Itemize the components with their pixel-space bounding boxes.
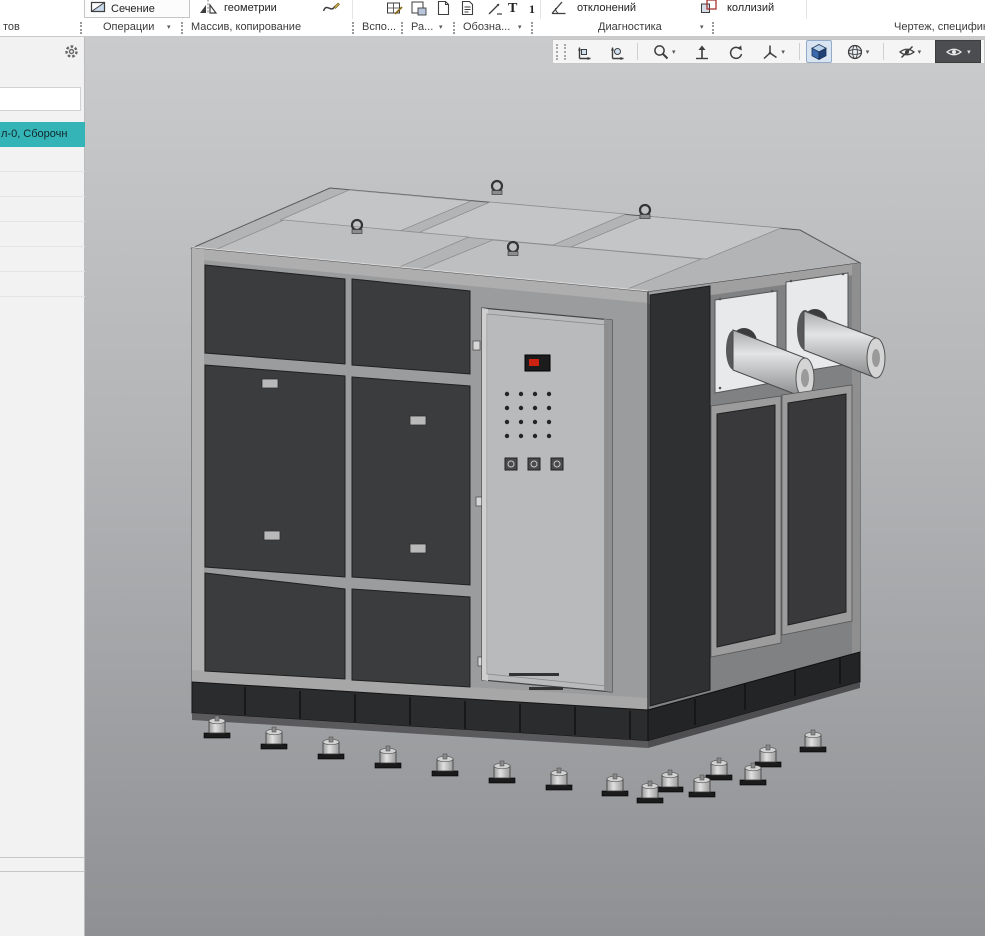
tree-selected-item[interactable]: л-0, Сборочн	[0, 122, 85, 147]
chevron-down-icon[interactable]: ▾	[967, 48, 971, 56]
group-label-layout[interactable]: Ра...	[411, 19, 433, 36]
group-drag-handle[interactable]	[80, 22, 83, 34]
plane-view-button[interactable]	[605, 40, 631, 63]
ribbon-separator	[806, 0, 807, 19]
tree-row	[0, 222, 85, 247]
group-label-diagnostics[interactable]: Диагностика	[598, 19, 662, 36]
chevron-down-icon[interactable]: ▾	[918, 48, 922, 56]
group-drag-handle[interactable]	[712, 22, 715, 34]
toolbar-drag-handle[interactable]	[556, 44, 566, 60]
document-icon[interactable]	[434, 0, 452, 17]
chevron-down-icon[interactable]: ▾	[866, 48, 870, 56]
app-window: Сечение геометрии	[0, 0, 985, 936]
ribbon-button-row: Сечение геометрии	[0, 0, 985, 19]
collisions-button[interactable]: коллизий	[727, 2, 774, 14]
group-label-components[interactable]: тов	[3, 19, 20, 36]
rotate-view-button[interactable]	[722, 40, 748, 63]
ribbon-separator	[352, 0, 353, 19]
group-drag-handle[interactable]	[401, 22, 404, 34]
toolbar-separator	[799, 43, 800, 60]
document-lines-icon[interactable]	[458, 0, 476, 17]
datum-icon[interactable]	[410, 0, 428, 17]
roughness-icon[interactable]	[386, 0, 404, 17]
group-drag-handle[interactable]	[352, 22, 355, 34]
panel-splitter[interactable]	[0, 857, 85, 858]
chevron-down-icon[interactable]: ▾	[518, 19, 522, 36]
zoom-button[interactable]: ▾	[645, 40, 683, 63]
tree-row	[0, 147, 85, 172]
collisions-icon	[700, 0, 719, 17]
position-number-icon[interactable]: 1	[529, 2, 535, 17]
chevron-down-icon[interactable]: ▾	[167, 19, 171, 36]
group-drag-handle[interactable]	[531, 22, 534, 34]
orient-up-button[interactable]	[689, 40, 715, 63]
ribbon-group-row: тов Операции ▾ Массив, копирование Вспо.…	[0, 19, 985, 37]
section-button-label: Сечение	[111, 3, 155, 15]
chevron-down-icon[interactable]: ▾	[672, 48, 676, 56]
panel-splitter[interactable]	[0, 871, 85, 872]
group-drag-handle[interactable]	[453, 22, 456, 34]
projection-curve-icon[interactable]	[322, 0, 341, 18]
isometric-view-button[interactable]	[806, 40, 832, 63]
deviations-button[interactable]: отклонений	[577, 2, 636, 14]
chevron-down-icon[interactable]: ▾	[700, 19, 704, 36]
tree-row	[0, 172, 85, 197]
mirror-geometry-button[interactable]: геометрии	[224, 2, 277, 14]
toolbar-separator	[883, 43, 884, 60]
3d-model[interactable]	[85, 37, 985, 936]
group-label-annotations[interactable]: Обозна...	[463, 19, 510, 36]
model-control-door[interactable]	[482, 308, 612, 692]
tree-row	[0, 197, 85, 222]
deviations-icon	[550, 0, 569, 17]
leader-line-icon[interactable]	[486, 0, 504, 17]
door-switches[interactable]	[505, 458, 563, 470]
mirror-geometry-icon[interactable]	[198, 0, 218, 16]
visibility-mode-button[interactable]: ▾	[935, 40, 981, 63]
section-button[interactable]: Сечение	[84, 0, 190, 18]
door-display	[525, 355, 550, 371]
tree-row	[0, 272, 85, 297]
group-label-operations[interactable]: Операции	[103, 19, 154, 36]
tree-filter-input[interactable]	[0, 87, 81, 111]
chevron-down-icon[interactable]: ▾	[781, 48, 785, 56]
toolbar-separator	[637, 43, 638, 60]
ribbon-separator	[540, 0, 541, 19]
group-label-array-copy[interactable]: Массив, копирование	[191, 19, 301, 36]
model-right-face[interactable]	[648, 263, 885, 710]
viewport-toolbar: ▾ ▾	[552, 39, 985, 64]
3d-viewport[interactable]: ▾ ▾	[85, 37, 985, 936]
group-label-drawing-spec[interactable]: Чертеж, специфик	[894, 19, 985, 36]
group-label-auxiliary[interactable]: Вспо...	[362, 19, 396, 36]
tree-row	[0, 247, 85, 272]
text-tool-icon[interactable]: T	[508, 1, 517, 17]
model-tree-panel: л-0, Сборочн	[0, 37, 85, 936]
eye-icon	[945, 43, 963, 61]
gear-icon[interactable]	[64, 44, 79, 59]
chevron-down-icon[interactable]: ▾	[439, 19, 443, 36]
hide-objects-button[interactable]: ▾	[890, 40, 928, 63]
group-drag-handle[interactable]	[181, 22, 184, 34]
section-icon	[90, 0, 106, 15]
display-style-button[interactable]: ▾	[839, 40, 877, 63]
orientation-axes-button[interactable]: ▾	[754, 40, 792, 63]
normal-to-plane-button[interactable]	[572, 40, 598, 63]
